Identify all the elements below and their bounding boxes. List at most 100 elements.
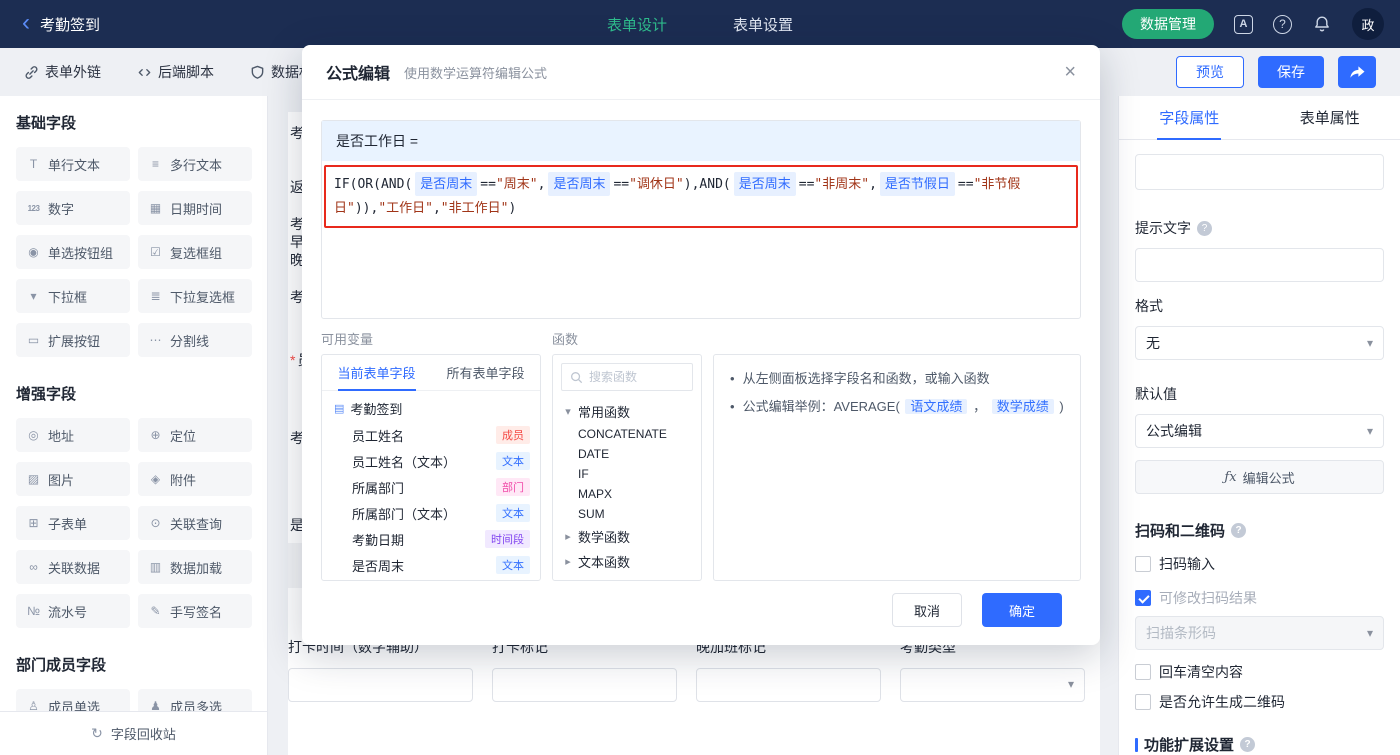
field-subform[interactable]: ⊞ 子表单 — [16, 506, 130, 540]
tab-field-properties[interactable]: 字段属性 — [1119, 96, 1260, 139]
barcode-mode-select[interactable]: 扫描条形码 ▾ — [1135, 616, 1384, 650]
function-group[interactable]: ▸ 文本函数 — [553, 549, 701, 574]
checkbox-unchecked[interactable] — [1135, 664, 1151, 680]
field-select[interactable]: ▾ 下拉框 — [16, 279, 130, 313]
field-divider[interactable]: ⋯ 分割线 — [138, 323, 252, 357]
bullet-icon: • — [730, 371, 735, 386]
formula-field-token[interactable]: 是否周末 — [415, 172, 478, 196]
field-attachment[interactable]: ◈ 附件 — [138, 462, 252, 496]
field-palette-sidebar: 基础字段 T 单行文本 ≡ 多行文本 123 数字 ▦ 日期时间 ◉ 单选按钮组 ☑ 复选框组 ▾ 下拉框 ≣… — [0, 96, 268, 755]
edit-formula-button[interactable]: ƒx 编辑公式 — [1135, 460, 1384, 494]
formula-field-token[interactable]: 是否节假日 — [879, 172, 955, 196]
field-serial[interactable]: № 流水号 — [16, 594, 130, 628]
tab-all-form-fields[interactable]: 所有表单字段 — [431, 355, 540, 390]
help-icon[interactable]: ? — [1197, 220, 1212, 236]
canvas-field-select[interactable]: ▾ — [900, 668, 1085, 702]
help-icon[interactable]: ? — [1231, 523, 1247, 538]
field-number[interactable]: 123 数字 — [16, 191, 130, 225]
function-group-name: 数学函数 — [578, 530, 631, 545]
field-recycle-bin[interactable]: ↻ 字段回收站 — [0, 711, 267, 755]
checkbox-unchecked[interactable] — [1135, 694, 1151, 710]
function-search[interactable] — [561, 363, 693, 391]
help-icon[interactable]: ? — [1273, 14, 1292, 34]
preview-button[interactable]: 预览 — [1176, 56, 1244, 88]
field-image[interactable]: ▨ 图片 — [16, 462, 130, 496]
variables-tabs: 当前表单字段 所有表单字段 — [322, 355, 540, 391]
field-checkbox-group[interactable]: ☑ 复选框组 — [138, 235, 252, 269]
function-group[interactable]: ▾ 常用函数 — [553, 399, 701, 424]
tab-current-form-fields[interactable]: 当前表单字段 — [322, 355, 431, 390]
save-button[interactable]: 保存 — [1258, 56, 1324, 88]
variables-form-node[interactable]: ▤ 考勤签到 — [322, 391, 540, 422]
field-location[interactable]: ⊕ 定位 — [138, 418, 252, 452]
function-item[interactable]: IF — [553, 464, 701, 484]
field-title-input[interactable] — [1135, 154, 1384, 190]
variable-row[interactable]: 考勤日期 时间段 — [322, 526, 540, 552]
canvas-field-input[interactable] — [492, 668, 677, 702]
format-select[interactable]: 无 ▾ — [1135, 326, 1384, 360]
formula-content[interactable]: IF(OR(AND(是否周末 =="周末", 是否周末 =="调休日"),AND(是否… — [324, 165, 1078, 228]
translate-icon[interactable]: A — [1234, 14, 1253, 34]
formula-field-token[interactable]: 是否周末 — [733, 172, 796, 196]
field-type-label: 图片 — [48, 472, 75, 488]
field-text-single[interactable]: T 单行文本 — [16, 147, 130, 181]
hint-text-input[interactable] — [1135, 248, 1384, 282]
function-group[interactable]: ▸ 数学函数 — [553, 524, 701, 549]
field-multiselect[interactable]: ≣ 下拉复选框 — [138, 279, 252, 313]
variable-row[interactable]: 所属部门 部门 — [322, 474, 540, 500]
function-item[interactable]: MAPX — [553, 484, 701, 504]
enter-clear-checkbox[interactable]: 回车清空内容 — [1135, 662, 1384, 682]
field-signature[interactable]: ✎ 手写签名 — [138, 594, 252, 628]
share-button[interactable] — [1338, 56, 1376, 88]
allow-qr-checkbox[interactable]: 是否允许生成二维码 — [1135, 692, 1384, 712]
form-external-link-button[interactable]: 表单外链 — [24, 62, 101, 82]
formula-field-token[interactable]: 是否周末 — [548, 172, 611, 196]
formula-editor[interactable]: IF(OR(AND(是否周末 =="周末", 是否周末 =="调休日"),AND(是否… — [322, 161, 1080, 318]
checkbox-unchecked[interactable] — [1135, 556, 1151, 572]
field-radio-group[interactable]: ◉ 单选按钮组 — [16, 235, 130, 269]
scan-input-checkbox[interactable]: 扫码输入 — [1135, 554, 1384, 574]
function-item[interactable]: SUM — [553, 504, 701, 524]
field-linked-query[interactable]: ⊙ 关联查询 — [138, 506, 252, 540]
data-manage-button[interactable]: 数据管理 — [1122, 9, 1214, 39]
checkbox-checked[interactable] — [1135, 590, 1151, 606]
modal-footer: 取消 确定 — [321, 593, 1081, 627]
variable-row[interactable]: 所属部门（文本） 文本 — [322, 500, 540, 526]
tab-form-design[interactable]: 表单设计 — [607, 14, 667, 35]
field-linked-data[interactable]: ∞ 关联数据 — [16, 550, 130, 584]
variable-row[interactable]: 员工姓名 成员 — [322, 422, 540, 448]
backend-script-button[interactable]: 后端脚本 — [137, 62, 214, 82]
function-item[interactable]: CONCATENATE — [553, 424, 701, 444]
function-item[interactable]: DATE — [553, 444, 701, 464]
function-search-input[interactable] — [589, 370, 684, 384]
formula-target-label: 是否工作日 = — [322, 121, 1080, 161]
field-extend-button[interactable]: ▭ 扩展按钮 — [16, 323, 130, 357]
field-text-multi[interactable]: ≡ 多行文本 — [138, 147, 252, 181]
field-data-load[interactable]: ▥ 数据加载 — [138, 550, 252, 584]
variable-row[interactable]: 是否周末 文本 — [322, 552, 540, 578]
tab-form-settings[interactable]: 表单设置 — [733, 14, 793, 35]
bell-icon[interactable] — [1312, 14, 1332, 34]
canvas-field-input[interactable] — [288, 668, 473, 702]
signature-icon: ✎ — [150, 604, 161, 618]
tab-form-properties[interactable]: 表单属性 — [1260, 96, 1400, 139]
canvas-field-input[interactable] — [696, 668, 881, 702]
variable-row[interactable]: 员工姓名（文本） 文本 — [322, 448, 540, 474]
close-icon[interactable]: × — [1064, 62, 1076, 82]
help-icon[interactable]: ? — [1240, 737, 1256, 752]
topbar-actions: 数据管理 A ? 政 — [1122, 8, 1384, 40]
serial-number-icon: № — [27, 604, 40, 618]
modify-scan-checkbox[interactable]: 可修改扫码结果 — [1135, 588, 1384, 608]
cancel-button[interactable]: 取消 — [892, 593, 962, 627]
tip-line: • 公式编辑举例：AVERAGE( 语文成绩 ， 数学成绩 ) — [730, 397, 1064, 417]
link-icon — [24, 65, 39, 80]
field-datetime[interactable]: ▦ 日期时间 — [138, 191, 252, 225]
avatar[interactable]: 政 — [1352, 8, 1384, 40]
default-value-select[interactable]: 公式编辑 ▾ — [1135, 414, 1384, 448]
back-icon[interactable]: ‹ — [22, 11, 30, 35]
example-field-token: 数学成绩 — [991, 399, 1054, 414]
confirm-button[interactable]: 确定 — [982, 593, 1062, 627]
field-address[interactable]: ◎ 地址 — [16, 418, 130, 452]
field-type-label: 附件 — [170, 472, 197, 488]
field-type-label: 分割线 — [170, 333, 210, 349]
